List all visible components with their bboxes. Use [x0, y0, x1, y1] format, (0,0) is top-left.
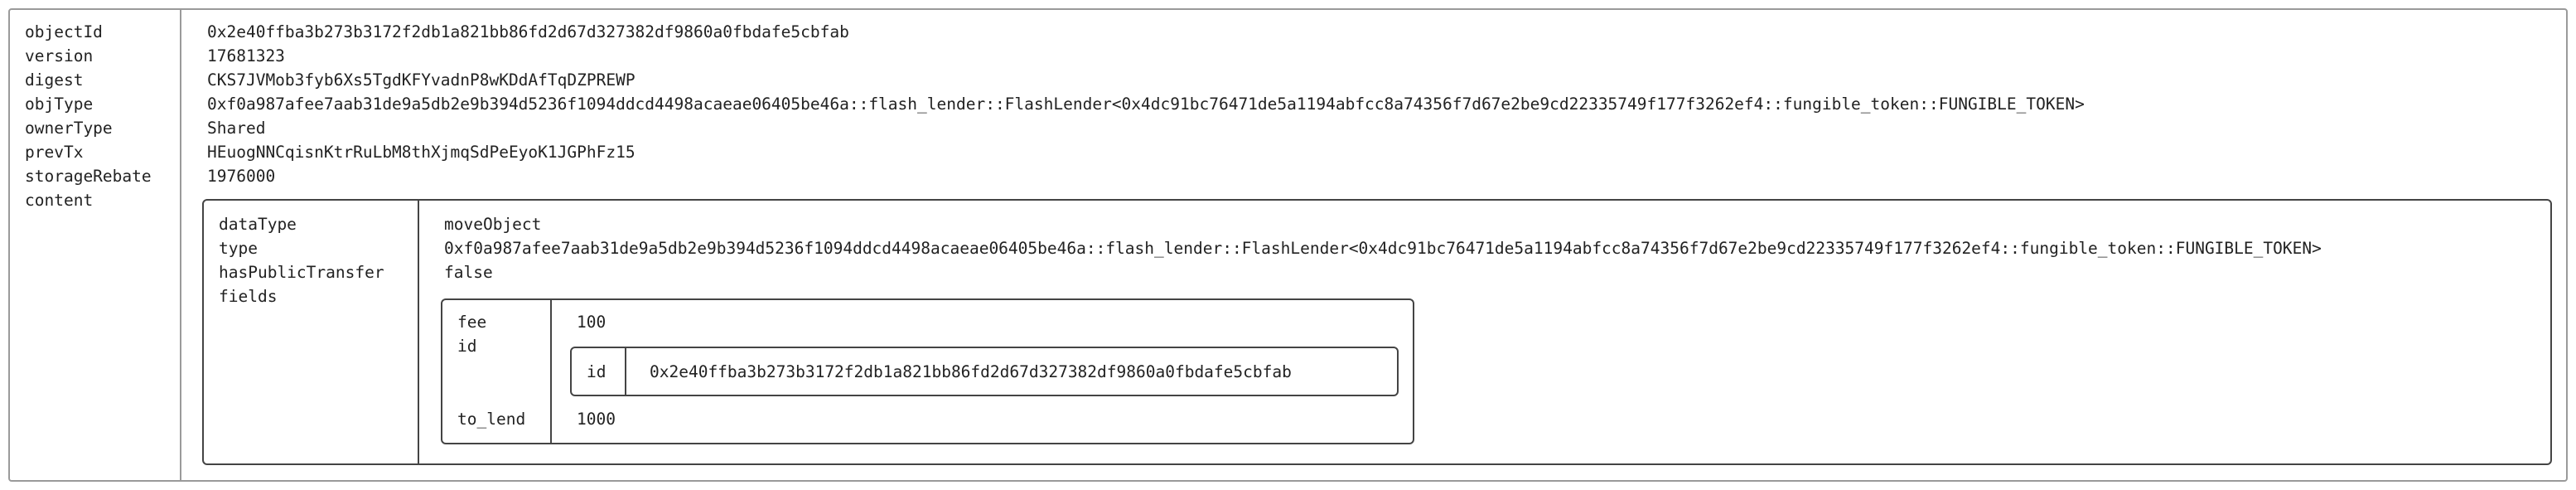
value-id-inner: 0x2e40ffba3b273b3172f2db1a821bb86fd2d67d… — [650, 362, 1292, 381]
id-table: id 0x2e40ffba3b273b3172f2db1a821bb86fd2d… — [570, 347, 1399, 396]
key-id-inner: id — [587, 362, 607, 381]
value-version: 17681323 — [207, 46, 285, 65]
value-dataType: moveObject — [444, 215, 542, 234]
content-table: dataType type hasPublicTransfer fields m… — [202, 199, 2552, 465]
key-prevTx: prevTx — [25, 143, 84, 162]
value-ownerType: Shared — [207, 119, 266, 138]
column-divider — [550, 300, 552, 443]
key-fee: fee — [457, 313, 487, 332]
key-objectId: objectId — [25, 22, 103, 41]
fields-table: fee id to_lend 100 1000 id 0x2e40ffba3b2… — [441, 298, 1414, 444]
value-type: 0xf0a987afee7aab31de9a5db2e9b394d5236f10… — [444, 239, 2322, 258]
key-id: id — [457, 337, 477, 356]
column-divider — [180, 10, 181, 480]
key-to_lend: to_lend — [457, 410, 526, 429]
object-details-table: objectId version digest objType ownerTyp… — [8, 8, 2568, 482]
value-hasPublicTransfer: false — [444, 263, 493, 282]
value-digest: CKS7JVMob3fyb6Xs5TgdKFYvadnP8wKDdAfTqDZP… — [207, 70, 636, 90]
key-content: content — [25, 191, 94, 210]
key-type: type — [219, 239, 258, 258]
value-objectId: 0x2e40ffba3b273b3172f2db1a821bb86fd2d67d… — [207, 22, 849, 41]
value-prevTx: HEuogNNCqisnKtrRuLbM8thXjmqSdPeEyoK1JGPh… — [207, 143, 636, 162]
column-divider — [418, 201, 419, 463]
key-ownerType: ownerType — [25, 119, 113, 138]
column-divider — [625, 348, 626, 395]
key-hasPublicTransfer: hasPublicTransfer — [219, 263, 384, 282]
value-storageRebate: 1976000 — [207, 167, 276, 186]
key-dataType: dataType — [219, 215, 297, 234]
value-fee: 100 — [577, 313, 607, 332]
key-storageRebate: storageRebate — [25, 167, 152, 186]
key-objType: objType — [25, 95, 94, 114]
value-objType: 0xf0a987afee7aab31de9a5db2e9b394d5236f10… — [207, 95, 2085, 114]
key-digest: digest — [25, 70, 84, 90]
key-fields: fields — [219, 287, 278, 306]
value-to_lend: 1000 — [577, 410, 616, 429]
key-version: version — [25, 46, 94, 65]
